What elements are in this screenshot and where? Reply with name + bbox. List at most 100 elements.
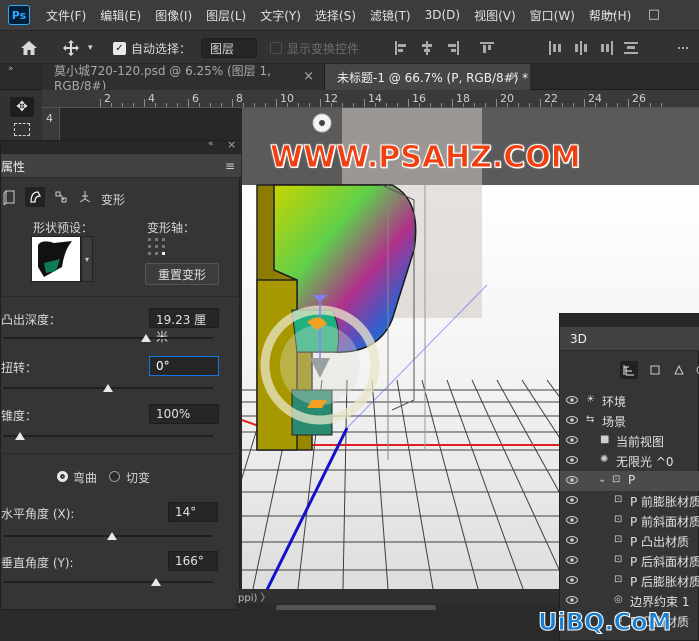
shape-preset-thumbnail[interactable] bbox=[31, 236, 81, 282]
scene-tree-row[interactable]: ⊡ P 后斜面材质 bbox=[560, 551, 699, 571]
scene-node-icon: ☀ bbox=[586, 394, 595, 405]
menu-image[interactable]: 图像(I) bbox=[155, 7, 192, 24]
marquee-tool-icon[interactable] bbox=[14, 123, 30, 136]
properties-tab-toolbar: 变形 bbox=[1, 183, 241, 211]
cut-radio[interactable] bbox=[109, 471, 120, 482]
scene-tree-row[interactable]: ■ 当前视图 bbox=[560, 431, 699, 451]
show-transform-checkbox[interactable] bbox=[270, 42, 282, 54]
visibility-eye-icon[interactable] bbox=[566, 395, 578, 405]
distribute-right-icon[interactable] bbox=[600, 41, 614, 55]
panel-menu-icon[interactable]: ≡ bbox=[225, 159, 235, 173]
scene-tree-row[interactable]: ⊡ P 凸出材质 bbox=[560, 531, 699, 551]
scene-tree-row[interactable]: ⊡ P 后膨胀材质 bbox=[560, 571, 699, 591]
visibility-eye-icon[interactable] bbox=[566, 515, 578, 525]
minimize-icon[interactable]: — bbox=[600, 4, 620, 24]
panel-drag-strip[interactable] bbox=[560, 314, 699, 327]
vertical-angle-slider-track[interactable] bbox=[3, 581, 213, 583]
deform-icon[interactable] bbox=[25, 187, 45, 207]
deform-axis-grid[interactable] bbox=[147, 237, 167, 257]
mesh-icon[interactable] bbox=[0, 187, 19, 207]
visibility-eye-icon[interactable] bbox=[566, 455, 578, 465]
horizontal-angle-slider-handle[interactable] bbox=[107, 532, 118, 540]
reset-deform-button[interactable]: 重置变形 bbox=[145, 263, 219, 285]
move-tool-icon[interactable] bbox=[62, 31, 84, 65]
twist-input[interactable]: 0° bbox=[149, 356, 219, 376]
distribute-center-icon[interactable] bbox=[574, 41, 588, 55]
cap-icon[interactable] bbox=[51, 187, 71, 207]
taper-slider-track[interactable] bbox=[3, 435, 213, 437]
bottom-strip bbox=[0, 610, 560, 641]
collapse-panels-icon[interactable]: » bbox=[8, 64, 14, 74]
scene-tree-row[interactable]: ⊡ P 前膨胀材质 bbox=[560, 491, 699, 511]
close-icon[interactable]: × bbox=[303, 69, 314, 84]
menu-edit[interactable]: 编辑(E) bbox=[100, 7, 141, 24]
align-right-icon[interactable] bbox=[446, 41, 460, 55]
close-icon[interactable]: × bbox=[509, 69, 520, 84]
mesh-filter-icon[interactable] bbox=[646, 361, 664, 379]
home-icon[interactable] bbox=[20, 31, 42, 65]
visibility-eye-icon[interactable] bbox=[566, 415, 578, 425]
scene-tree-row[interactable]: ⌄ ⊡ P bbox=[560, 471, 699, 491]
ruler-tick bbox=[397, 103, 398, 107]
scene-node-label: P 前斜面材质 bbox=[630, 515, 699, 529]
extrude-depth-slider-handle[interactable] bbox=[140, 334, 151, 342]
ruler-tick bbox=[276, 99, 277, 107]
coordinates-icon[interactable] bbox=[75, 187, 95, 207]
vertical-angle-input[interactable]: 166° bbox=[168, 551, 218, 571]
align-left-icon[interactable] bbox=[394, 41, 408, 55]
taper-label: 锥度： bbox=[1, 409, 38, 423]
menu-select[interactable]: 选择(S) bbox=[315, 7, 356, 24]
distribute-left-icon[interactable] bbox=[548, 41, 562, 55]
shape-preset-dropdown[interactable]: ▾ bbox=[81, 236, 93, 282]
auto-select-checkbox[interactable]: ✓ bbox=[113, 42, 126, 55]
chevron-down-icon[interactable]: ⌄ bbox=[598, 474, 610, 488]
tab-document-2[interactable]: 未标题-1 @ 66.7% (P, RGB/8#) * × bbox=[325, 64, 530, 90]
ruler-tick bbox=[232, 99, 233, 107]
scene-node-label: 环境 bbox=[602, 395, 627, 409]
menu-layer[interactable]: 图层(L) bbox=[206, 7, 246, 24]
divider bbox=[1, 453, 241, 454]
ruler-tick bbox=[562, 103, 563, 107]
align-center-icon[interactable] bbox=[420, 41, 434, 55]
taper-slider-handle[interactable] bbox=[14, 432, 25, 440]
move-tool-icon[interactable]: ✥ bbox=[10, 97, 34, 117]
horizontal-angle-input[interactable]: 14° bbox=[168, 502, 218, 522]
menu-3d[interactable]: 3D(D) bbox=[425, 8, 460, 22]
scene-node-label: P 凸出材质 bbox=[630, 535, 690, 549]
maximize-icon[interactable]: □ bbox=[644, 4, 664, 24]
bend-radio[interactable] bbox=[57, 471, 68, 482]
whole-scene-icon[interactable] bbox=[620, 361, 638, 379]
chevron-down-icon[interactable]: ▾ bbox=[88, 31, 98, 65]
more-options-icon[interactable] bbox=[676, 41, 690, 55]
auto-select-target-select[interactable]: 图层 bbox=[201, 38, 257, 58]
menu-view[interactable]: 视图(V) bbox=[474, 7, 516, 24]
scene-tree-row[interactable]: ⇆ 场景 bbox=[560, 411, 699, 431]
scene-tree-row[interactable]: ✺ 无限光 ^0 bbox=[560, 451, 699, 471]
scene-tree-row[interactable]: ☀ 环境 bbox=[560, 391, 699, 411]
distribute-spacing-icon[interactable] bbox=[624, 41, 638, 55]
menu-filter[interactable]: 滤镜(T) bbox=[370, 7, 411, 24]
light-filter-icon[interactable] bbox=[692, 361, 699, 379]
align-top-icon[interactable] bbox=[480, 41, 494, 55]
material-filter-icon[interactable] bbox=[670, 361, 688, 379]
menu-type[interactable]: 文字(Y) bbox=[260, 7, 301, 24]
visibility-eye-icon[interactable] bbox=[566, 495, 578, 505]
visibility-eye-icon[interactable] bbox=[566, 575, 578, 585]
visibility-eye-icon[interactable] bbox=[566, 435, 578, 445]
visibility-eye-icon[interactable] bbox=[566, 535, 578, 545]
visibility-eye-icon[interactable] bbox=[566, 555, 578, 565]
twist-slider-handle[interactable] bbox=[103, 384, 113, 392]
collapse-icon[interactable]: « bbox=[208, 139, 214, 149]
visibility-eye-icon[interactable] bbox=[566, 475, 578, 485]
vertical-angle-slider-handle[interactable] bbox=[151, 578, 162, 586]
menu-file[interactable]: 文件(F) bbox=[46, 7, 86, 24]
close-icon[interactable]: × bbox=[227, 138, 236, 151]
taper-input[interactable]: 100% bbox=[149, 404, 219, 424]
menu-window[interactable]: 窗口(W) bbox=[530, 7, 575, 24]
extrude-depth-slider-track[interactable] bbox=[3, 337, 213, 339]
tab-document-1[interactable]: 莫小城720-120.psd @ 6.25% (图层 1, RGB/8#) × bbox=[42, 64, 325, 93]
scene-tree-row[interactable]: ⊡ P 前斜面材质 bbox=[560, 511, 699, 531]
panel-drag-strip[interactable]: « × bbox=[1, 138, 241, 154]
extrude-depth-input[interactable]: 19.23 厘米 bbox=[149, 308, 219, 344]
visibility-eye-icon[interactable] bbox=[566, 595, 578, 605]
